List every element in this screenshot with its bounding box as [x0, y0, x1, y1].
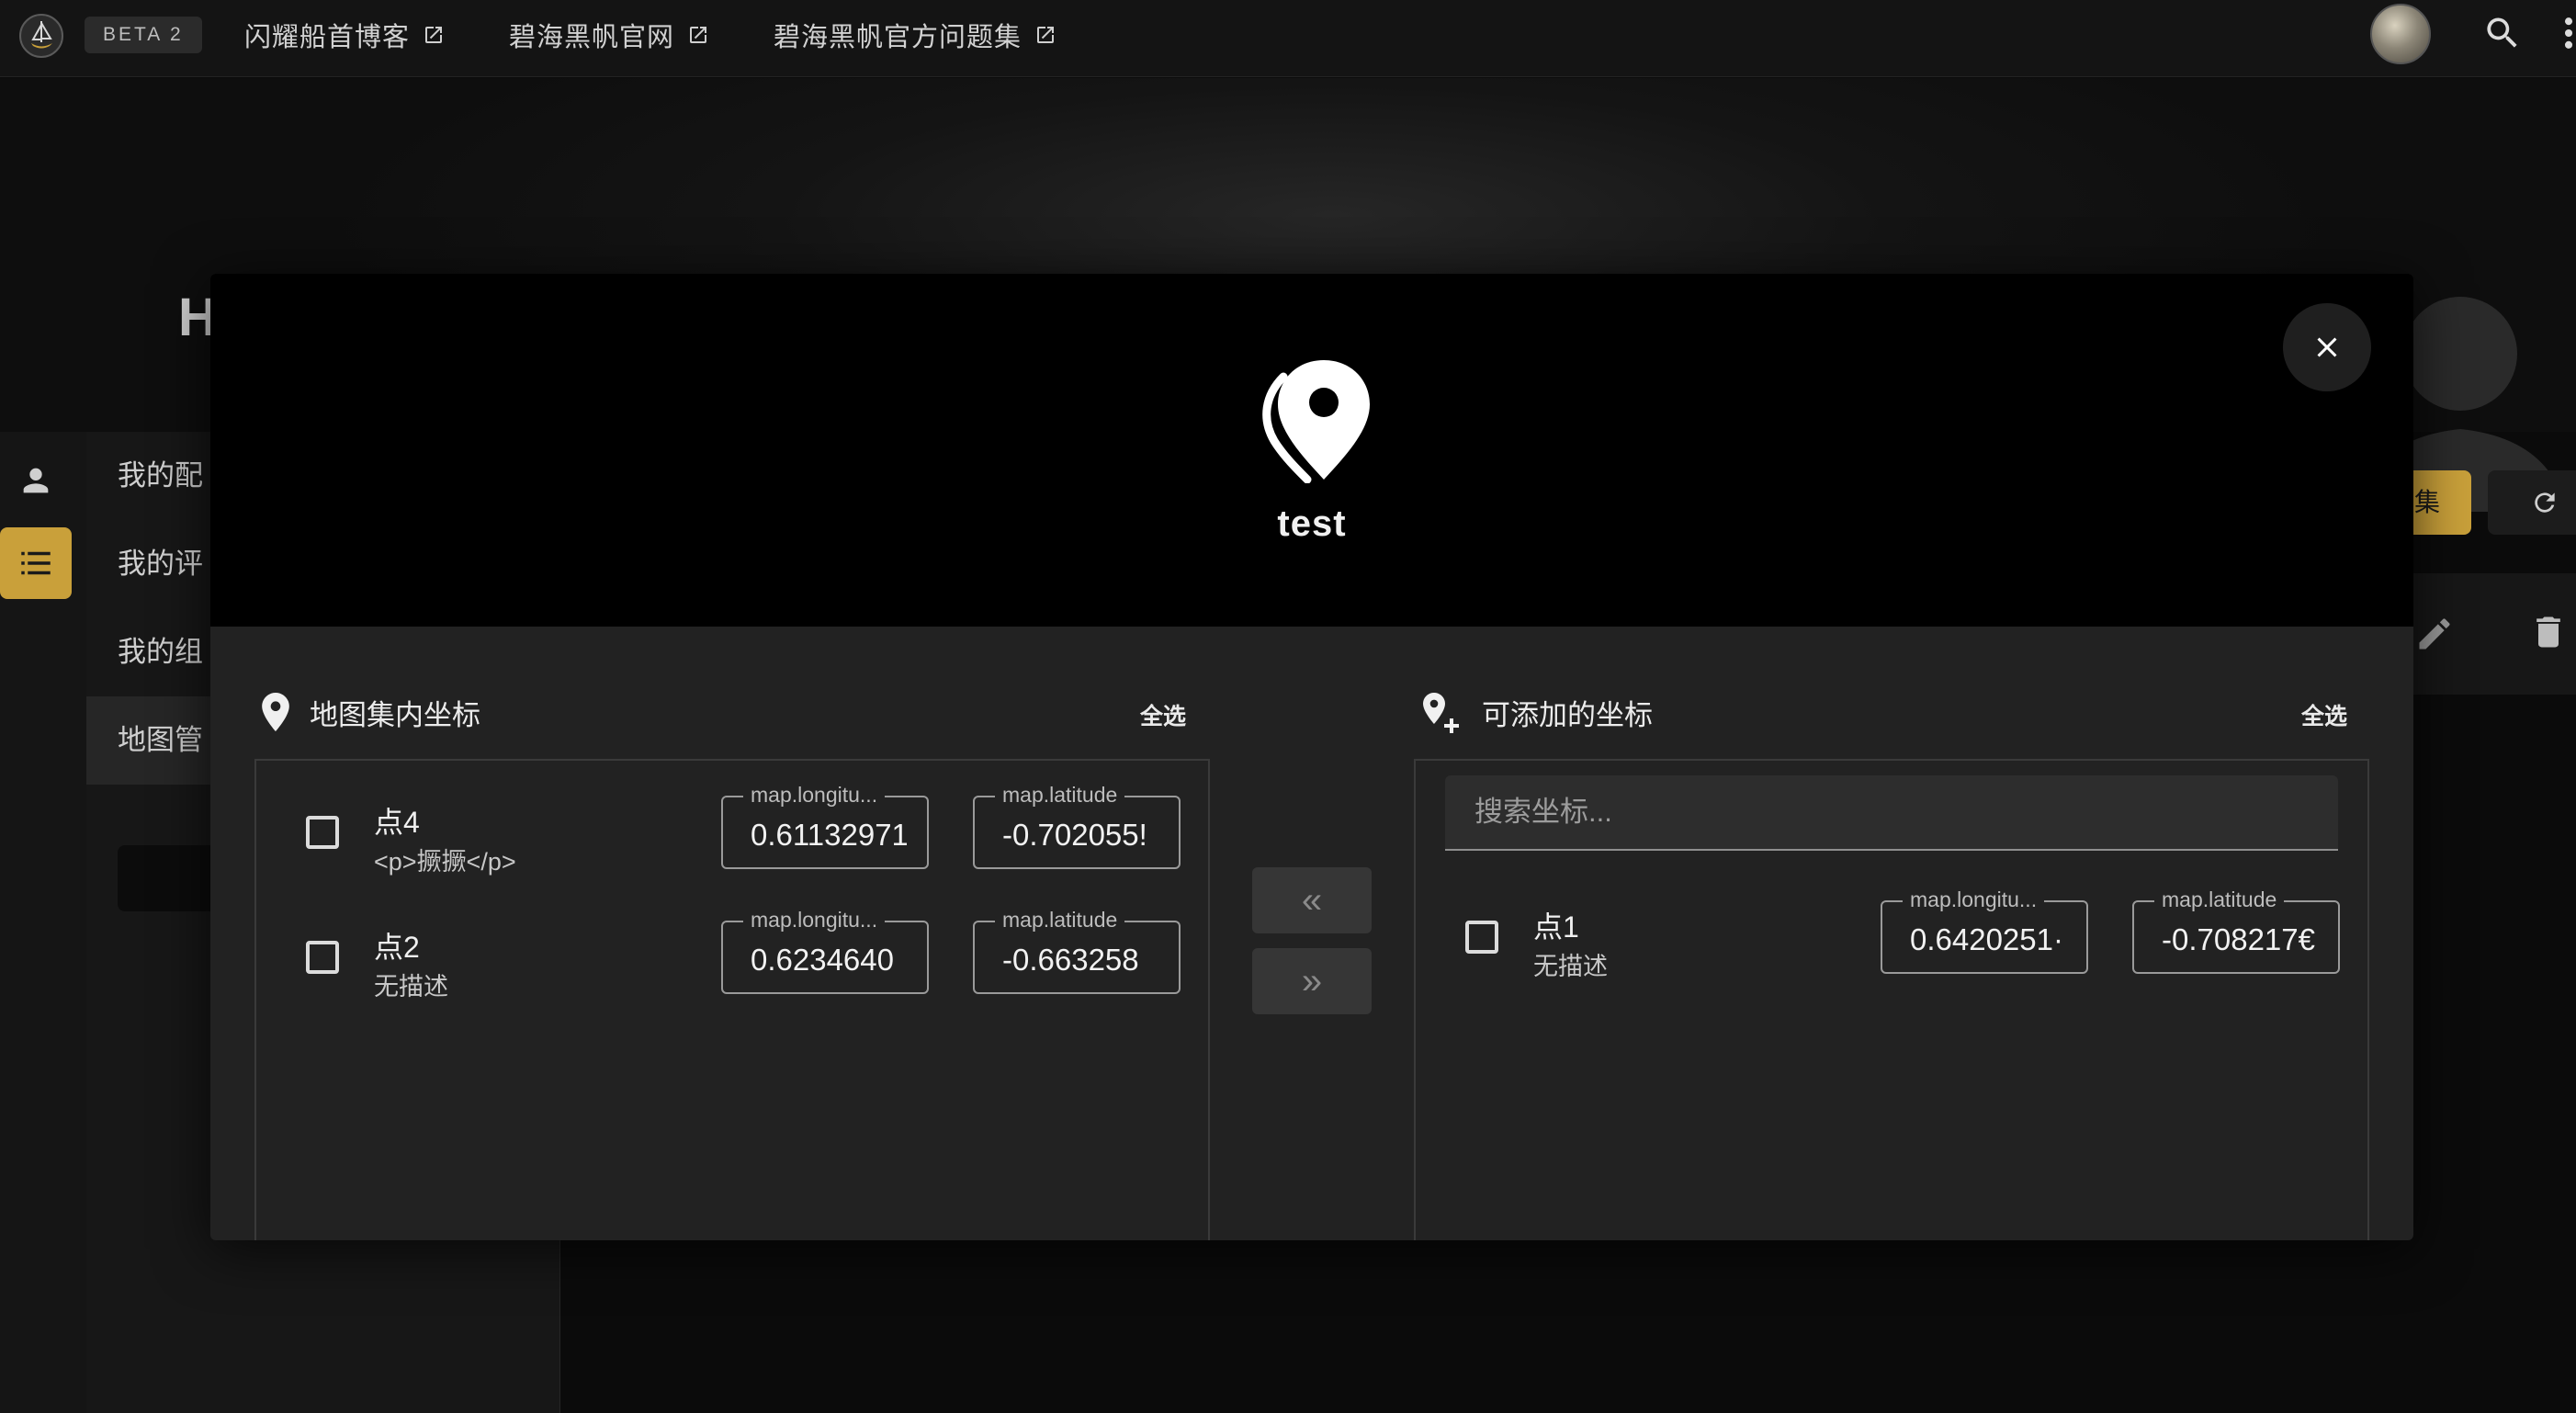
right-select-all-button[interactable]: 全选	[2301, 698, 2347, 731]
longitude-value: 0.6234640	[751, 943, 894, 977]
search-icon[interactable]	[2482, 13, 2523, 58]
top-bar: BETA 2 闪耀船首博客 碧海黑帆官网 碧海黑帆官方问题集	[0, 0, 2576, 77]
available-points-list: 点1 无描述 map.longitu... 0.6420251· map.lat…	[1414, 759, 2369, 1240]
map-set-points-list: 点4 <p>撅撅</p> map.longitu... 0.61132971 m…	[254, 759, 1210, 1240]
list-item[interactable]: 点2 无描述 map.longitu... 0.6234640 map.lati…	[256, 900, 1208, 1011]
latitude-value: -0.708217€	[2162, 922, 2315, 956]
close-icon	[2317, 337, 2337, 357]
search-input[interactable]	[1445, 775, 2338, 849]
external-link-icon	[425, 27, 443, 43]
map-set-dialog: test 地图集内坐标 全选 可添加的坐标 全选 点4 <p>撅撅</p> ma…	[210, 274, 2413, 1240]
search-field[interactable]	[1445, 775, 2338, 851]
latitude-value: -0.702055!	[1002, 818, 1147, 852]
longitude-value: 0.6420251·	[1910, 922, 2063, 956]
close-button[interactable]	[2283, 303, 2371, 391]
list-item[interactable]: 点1 无描述 map.longitu... 0.6420251· map.lat…	[1416, 880, 2367, 990]
more-vert-icon[interactable]	[2561, 13, 2576, 58]
point-description: <p>撅撅</p>	[374, 848, 516, 876]
external-link-icon	[1037, 27, 1055, 43]
point-checkbox[interactable]	[306, 941, 339, 974]
rail-list[interactable]	[0, 527, 72, 599]
location-pin-icon	[262, 693, 289, 731]
rail-profile[interactable]	[0, 445, 72, 516]
point-checkbox[interactable]	[1465, 921, 1498, 954]
nav-link-official-site[interactable]: 碧海黑帆官网	[509, 15, 709, 55]
left-panel-title: 地图集内坐标	[310, 698, 480, 731]
map-pin-icon	[1256, 355, 1370, 488]
latitude-field[interactable]: map.latitude -0.663258	[973, 908, 1181, 994]
latitude-label: map.latitude	[2154, 887, 2285, 911]
ship-logo-icon[interactable]	[18, 13, 64, 59]
beta-badge: BETA 2	[85, 17, 202, 53]
dialog-title: test	[1277, 503, 1347, 544]
nav-link-label: 闪耀船首博客	[244, 23, 411, 52]
nav-link-blog[interactable]: 闪耀船首博客	[244, 15, 445, 55]
list-icon	[21, 551, 51, 575]
longitude-value: 0.61132971	[751, 818, 907, 852]
right-panel-header: 可添加的坐标	[1419, 689, 1653, 735]
person-icon	[23, 468, 49, 493]
latitude-field[interactable]: map.latitude -0.702055!	[973, 783, 1181, 869]
page: BETA 2 闪耀船首博客 碧海黑帆官网 碧海黑帆官方问题集 H 我的配 我的评…	[0, 0, 2576, 1413]
icon-rail	[0, 432, 86, 1413]
longitude-label: map.longitu...	[743, 783, 886, 807]
point-description: 无描述	[374, 973, 448, 1000]
latitude-label: map.latitude	[995, 783, 1125, 807]
longitude-label: map.longitu...	[743, 908, 886, 932]
point-checkbox[interactable]	[306, 816, 339, 849]
longitude-label: map.longitu...	[1903, 887, 2045, 911]
right-panel-title: 可添加的坐标	[1482, 698, 1653, 731]
external-link-icon	[690, 27, 707, 43]
refresh-icon	[2535, 492, 2555, 513]
latitude-label: map.latitude	[995, 908, 1125, 932]
delete-icon[interactable]	[2528, 612, 2569, 657]
point-name: 点1	[1533, 910, 1579, 944]
move-to-set-button[interactable]: «	[1252, 867, 1372, 933]
nav-link-label: 碧海黑帆官网	[509, 23, 675, 52]
latitude-field[interactable]: map.latitude -0.708217€	[2132, 887, 2340, 974]
move-from-set-button[interactable]: »	[1252, 948, 1372, 1014]
add-location-icon	[1423, 693, 1459, 733]
list-item[interactable]: 点4 <p>撅撅</p> map.longitu... 0.61132971 m…	[256, 775, 1208, 886]
edit-icon[interactable]	[2414, 614, 2455, 659]
longitude-field[interactable]: map.longitu... 0.6420251·	[1881, 887, 2088, 974]
refresh-button[interactable]	[2488, 470, 2576, 535]
point-name: 点2	[374, 931, 420, 964]
dialog-header: test	[210, 274, 2413, 627]
longitude-field[interactable]: map.longitu... 0.61132971	[721, 783, 929, 869]
latitude-value: -0.663258	[1002, 943, 1139, 977]
nav-link-label: 碧海黑帆官方问题集	[774, 23, 1022, 52]
user-avatar[interactable]	[2370, 4, 2431, 64]
point-name: 点4	[374, 806, 420, 839]
left-panel-header: 地图集内坐标	[262, 689, 480, 735]
left-select-all-button[interactable]: 全选	[1140, 698, 1186, 731]
longitude-field[interactable]: map.longitu... 0.6234640	[721, 908, 929, 994]
point-description: 无描述	[1533, 953, 1608, 980]
nav-link-faq[interactable]: 碧海黑帆官方问题集	[774, 15, 1056, 55]
